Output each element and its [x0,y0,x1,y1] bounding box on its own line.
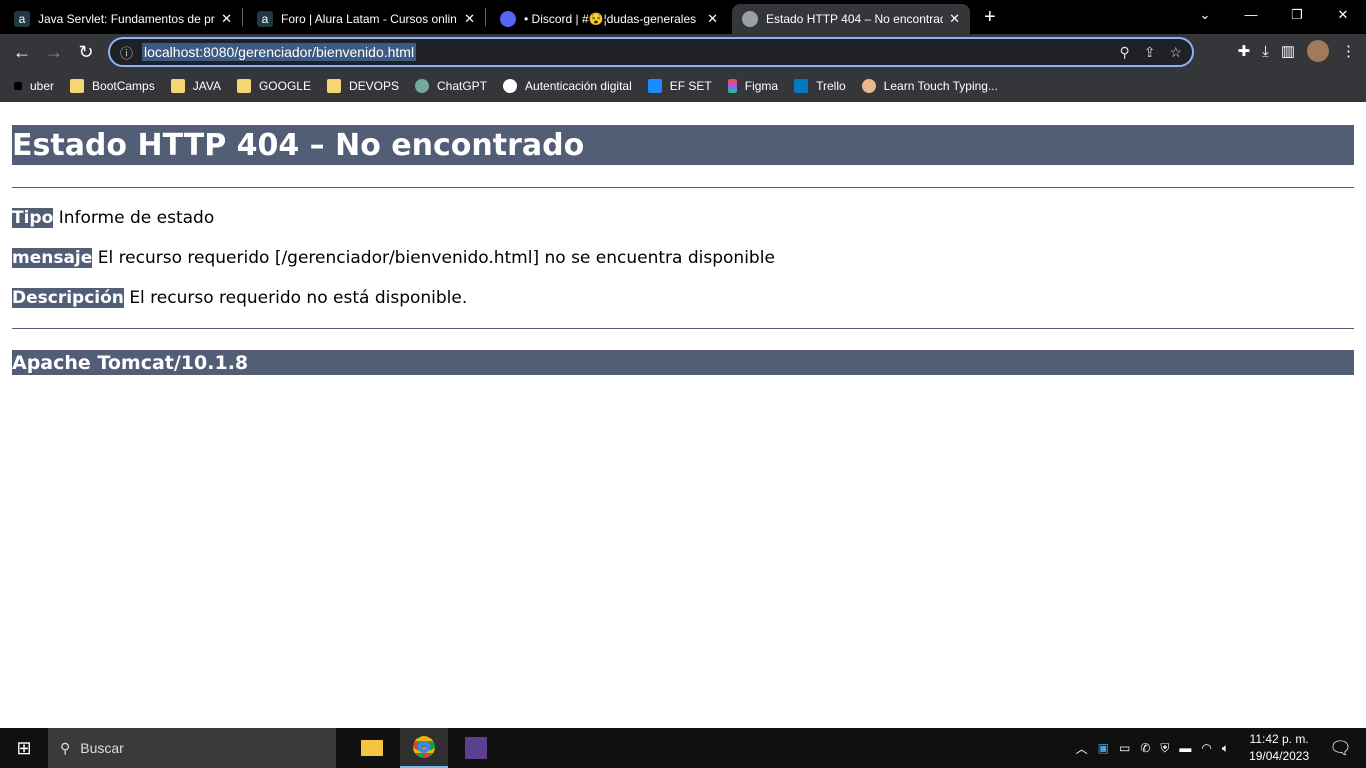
new-tab-button[interactable]: + [984,6,996,29]
alura-icon: a [14,11,30,27]
back-button[interactable]: ← [6,42,38,63]
side-panel-icon[interactable]: ▥ [1281,42,1295,60]
tab-foro[interactable]: a Foro | Alura Latam - Cursos onlin ✕ [247,4,485,34]
tab-strip: a Java Servlet: Fundamentos de pro ✕ a Foro… [0,0,1366,34]
trello-icon [794,79,809,93]
chatgpt-icon [415,79,429,93]
monitor-icon[interactable]: ▭ [1119,741,1130,755]
chevron-down-icon[interactable]: ⌄ [1182,0,1228,30]
bookmark-java[interactable]: JAVA [170,79,221,93]
tab-http-404[interactable]: Estado HTTP 404 – No encontrad ✕ [732,4,970,34]
minimize-button[interactable]: — [1228,0,1274,30]
tab-java-servlet[interactable]: a Java Servlet: Fundamentos de pro ✕ [4,4,242,34]
uber-icon [14,82,22,90]
discord-icon [500,11,516,27]
bookmark-bootcamps[interactable]: BootCamps [70,79,155,93]
typing-icon [861,79,876,93]
info-icon[interactable]: ⓘ [120,43,142,62]
status-type: Tipo Informe de estado [12,208,215,228]
download-icon[interactable]: ⤓ [1262,43,1269,60]
close-icon[interactable]: ✕ [949,11,960,27]
system-tray: ︿ ▣ ▭ ✆ ⛨ ▬ ◠ 🔈︎ 11:42 p. m. 19/04/2023 🗨… [1076,728,1366,768]
forward-button[interactable]: → [38,42,70,63]
address-bar[interactable]: ⓘ localhost:8080/gerenciador/bienvenido.… [108,37,1194,67]
zoom-icon[interactable]: ⚲ [1119,44,1129,61]
bookmark-trello[interactable]: Trello [794,79,846,93]
extensions-icon[interactable]: ✚ [1238,42,1251,60]
menu-icon[interactable]: ⋮ [1341,42,1356,60]
search-icon: ⚲ [60,739,71,756]
close-window-button[interactable]: ✕ [1320,0,1366,30]
wifi-icon[interactable]: ◠ [1201,741,1211,755]
status-message: mensaje El recurso requerido [/gerenciad… [12,248,775,268]
divider [12,187,1354,188]
folder-icon [326,79,341,93]
notifications-icon[interactable]: 🗨︎ [1329,738,1352,759]
tab-discord[interactable]: • Discord | #😵¦dudas-generales ✕ [490,4,728,34]
avatar[interactable] [1307,40,1329,62]
reload-button[interactable]: ↻ [70,42,102,63]
divider [242,8,243,26]
page-content: Estado HTTP 404 – No encontrado Tipo Inf… [0,102,1366,728]
close-icon[interactable]: ✕ [221,11,232,27]
windows-start-icon[interactable]: ⊞ [0,738,48,759]
bookmark-efset[interactable]: EF SET [647,79,712,93]
file-explorer-icon[interactable] [348,728,396,768]
folder-icon [170,79,185,93]
clock[interactable]: 11:42 p. m. 19/04/2023 [1249,731,1309,765]
status-description: Descripción El recurso requerido no está… [12,288,468,308]
folder-icon [236,79,251,93]
security-shield-icon[interactable]: ⛨ [1160,741,1169,756]
bookmark-autenticacion[interactable]: Autenticación digital [503,79,632,93]
divider [485,8,486,26]
star-icon[interactable]: ☆ [1169,44,1182,61]
taskbar-search[interactable]: ⚲ Buscar [48,728,336,768]
close-icon[interactable]: ✕ [707,11,718,27]
taskbar: ⊞ ⚲ Buscar ︿ ▣ ▭ ✆ ⛨ ▬ ◠ 🔈︎ 11:42 p. m. 19… [0,728,1366,768]
bookmark-chatgpt[interactable]: ChatGPT [415,79,487,93]
bookmark-devops[interactable]: DEVOPS [326,79,399,93]
app-icon[interactable] [452,728,500,768]
browser-toolbar: ← → ↻ ⓘ localhost:8080/gerenciador/bienv… [0,34,1366,70]
folder-icon [70,79,85,93]
chevron-up-icon[interactable]: ︿ [1076,740,1088,757]
bookmark-google[interactable]: GOOGLE [236,79,311,93]
divider [12,328,1354,329]
satellite-icon[interactable]: ✆ [1140,741,1150,755]
page-title: Estado HTTP 404 – No encontrado [12,125,1354,165]
bookmark-figma[interactable]: Figma [727,79,778,93]
url-text[interactable]: localhost:8080/gerenciador/bienvenido.ht… [142,43,417,61]
restore-button[interactable]: ❐ [1274,0,1320,30]
share-icon[interactable]: ⇪ [1144,44,1156,61]
battery-icon[interactable]: ▬ [1179,741,1191,755]
globe-icon [742,11,758,27]
bookmarks-bar: uber BootCamps JAVA GOOGLE DEVOPS ChatGP… [0,70,1366,102]
bookmark-uber[interactable]: uber [14,79,54,93]
volume-icon[interactable]: 🔈︎ [1222,741,1229,756]
efset-icon [647,79,662,93]
globe-icon [503,79,518,93]
app-tray-icon[interactable]: ▣ [1098,741,1109,755]
figma-icon [727,79,737,93]
server-footer: Apache Tomcat/10.1.8 [12,350,1354,375]
close-icon[interactable]: ✕ [464,11,475,27]
bookmark-typing[interactable]: Learn Touch Typing... [861,79,998,93]
alura-icon: a [257,11,273,27]
chrome-icon[interactable] [400,728,448,768]
